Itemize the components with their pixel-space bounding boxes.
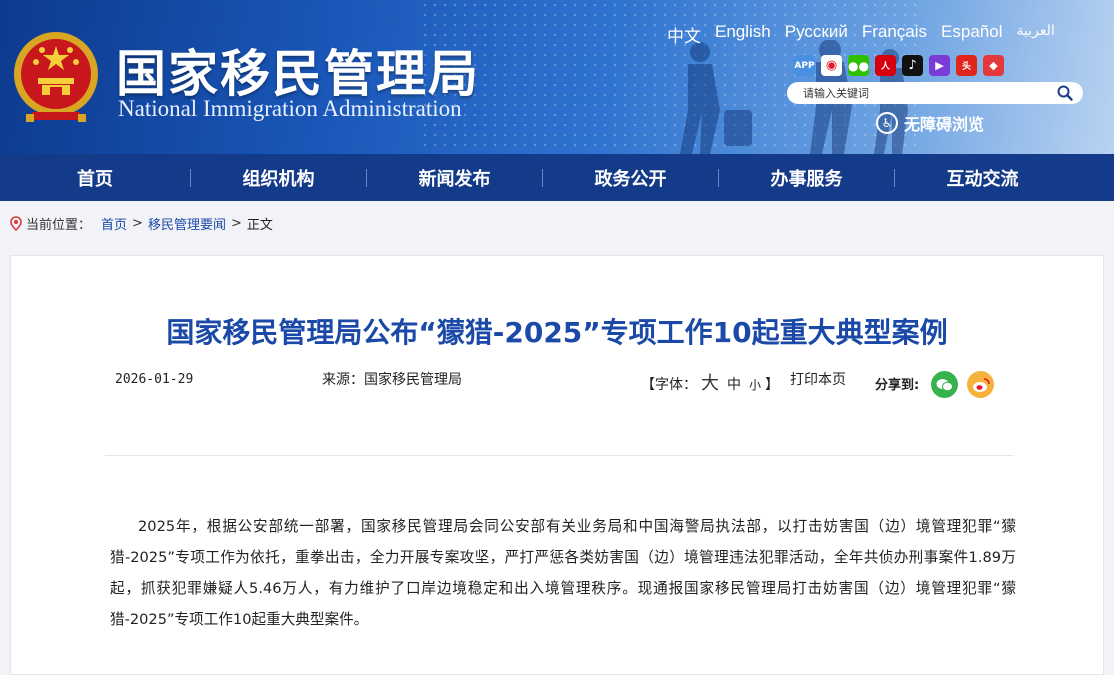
breadcrumb-current: 正文	[246, 218, 273, 233]
font-label-open: 【字体：	[641, 377, 697, 393]
weibo-icon[interactable]: ◉	[821, 55, 842, 76]
nav-item-services[interactable]: 办事服务	[719, 154, 894, 201]
font-size-medium[interactable]: 中	[727, 377, 741, 393]
national-emblem	[14, 32, 98, 122]
breadcrumb-section[interactable]: 移民管理要闻	[148, 214, 226, 233]
main-nav: 首页 组织机构 新闻发布 政务公开 办事服务 互动交流	[0, 154, 1114, 201]
font-label-close: 】	[765, 377, 780, 393]
nav-item-public-affairs[interactable]: 政务公开	[543, 154, 718, 201]
kuaishou-icon[interactable]: ◆	[983, 55, 1004, 76]
share-label: 分享到:	[875, 378, 920, 393]
renmin-icon[interactable]: 人	[875, 55, 896, 76]
lang-french[interactable]: Français	[855, 22, 934, 47]
breadcrumb-separator: >	[132, 216, 143, 231]
article-title: 国家移民管理局公布“獴猎-2025”专项工作10起重大典型案例	[166, 316, 948, 349]
article-date: 2026-01-29	[115, 372, 194, 387]
search-icon[interactable]	[1057, 85, 1073, 101]
lang-russian[interactable]: Русский	[778, 22, 855, 47]
search-box	[787, 82, 1083, 104]
lang-english[interactable]: English	[708, 22, 778, 47]
douyin-icon[interactable]: ♪	[902, 55, 923, 76]
share-wechat-icon[interactable]	[931, 371, 958, 398]
lang-chinese[interactable]: 中文	[660, 22, 708, 47]
toutiao-icon[interactable]: 头	[956, 55, 977, 76]
breadcrumb: 当前位置： 首页 > 移民管理要闻 > 正文	[10, 214, 273, 233]
site-header: 国家移民管理局 National Immigration Administrat…	[0, 0, 1114, 154]
search-input[interactable]	[801, 85, 1055, 101]
breadcrumb-label: 当前位置：	[26, 218, 92, 233]
article-paragraph: 2025年，根据公安部统一部署，国家移民管理局会同公安部有关业务局和中国海警局执…	[110, 518, 1016, 628]
social-links: APP ◉ ●● 人 ♪ ▶ 头 ◆	[794, 55, 1004, 76]
lang-spanish[interactable]: Español	[934, 22, 1009, 47]
nav-item-organization[interactable]: 组织机构	[191, 154, 366, 201]
lang-arabic[interactable]: العربية	[1009, 22, 1061, 47]
location-pin-icon	[10, 216, 22, 231]
wechat-icon[interactable]: ●●	[848, 55, 869, 76]
font-size-controls: 【字体：大中小】	[641, 369, 779, 395]
share-weibo-icon[interactable]	[967, 371, 994, 398]
video-icon[interactable]: ▶	[929, 55, 950, 76]
accessibility-icon: ♿	[876, 112, 898, 134]
nav-item-interaction[interactable]: 互动交流	[895, 154, 1070, 201]
site-name-en: National Immigration Administration	[118, 96, 462, 121]
accessibility-label: 无障碍浏览	[904, 115, 985, 134]
font-size-large[interactable]: 大	[701, 373, 719, 394]
language-switcher: 中文 English Русский Français Español العر…	[660, 22, 1062, 47]
accessibility-button[interactable]: ♿ 无障碍浏览	[876, 111, 984, 135]
divider	[105, 455, 1013, 456]
nav-item-news[interactable]: 新闻发布	[367, 154, 542, 201]
app-icon[interactable]: APP	[794, 55, 815, 76]
article-source: 来源：国家移民管理局	[322, 372, 462, 388]
breadcrumb-home[interactable]: 首页	[101, 214, 127, 233]
breadcrumb-separator: >	[230, 216, 242, 231]
font-size-small[interactable]: 小	[749, 378, 761, 392]
print-button[interactable]: 打印本页	[790, 369, 846, 389]
nav-item-home[interactable]: 首页	[0, 154, 190, 201]
